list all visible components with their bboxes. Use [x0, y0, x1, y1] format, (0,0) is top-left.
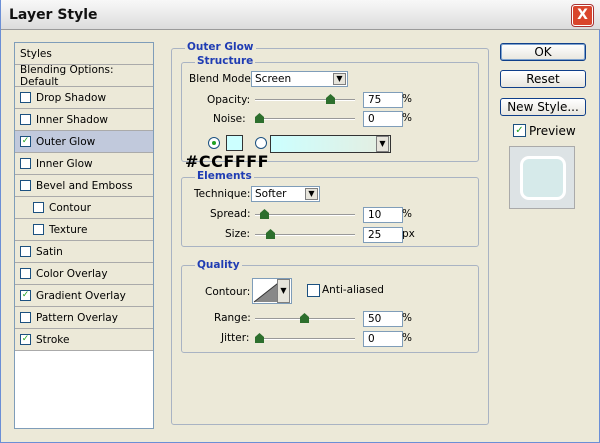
elements-title: Elements: [195, 170, 254, 182]
spread-slider[interactable]: [255, 209, 355, 219]
checkbox[interactable]: [20, 312, 31, 323]
chevron-down-icon[interactable]: ▼: [277, 279, 290, 303]
spread-input[interactable]: 10: [363, 207, 403, 223]
checkbox[interactable]: [20, 158, 31, 169]
close-icon[interactable]: X: [572, 5, 593, 26]
noise-unit: %: [402, 112, 412, 124]
style-item-stroke[interactable]: ✓ Stroke: [15, 329, 153, 351]
noise-label: Noise:: [213, 113, 246, 125]
opacity-slider[interactable]: [255, 94, 355, 104]
anti-aliased-checkbox[interactable]: [307, 284, 320, 297]
technique-select[interactable]: Softer ▼: [251, 186, 320, 202]
checkbox[interactable]: [33, 224, 44, 235]
spread-unit: %: [402, 208, 412, 220]
range-slider[interactable]: [255, 313, 355, 323]
range-input[interactable]: 50: [363, 311, 403, 327]
layer-style-dialog: Layer Style X Styles Blending Options: D…: [0, 0, 600, 443]
blend-mode-label: Blend Mode:: [189, 73, 255, 85]
noise-slider[interactable]: [255, 113, 355, 123]
technique-label: Technique:: [194, 188, 251, 200]
size-label: Size:: [225, 228, 251, 240]
preview-label: Preview: [529, 124, 576, 138]
size-unit: px: [402, 228, 415, 240]
preview-checkbox[interactable]: ✓: [513, 124, 526, 137]
chevron-down-icon[interactable]: ▼: [333, 73, 346, 85]
color-hex-label: #CCFFFF: [185, 152, 270, 171]
style-item-outer-glow[interactable]: ✓ Outer Glow: [15, 131, 153, 153]
outer-glow-title: Outer Glow: [185, 41, 256, 53]
blend-mode-select[interactable]: Screen ▼: [251, 71, 348, 87]
style-item-bevel-emboss[interactable]: Bevel and Emboss: [15, 175, 153, 197]
solid-color-radio[interactable]: [208, 137, 220, 149]
glow-gradient-picker[interactable]: ▼: [270, 135, 391, 153]
checkbox[interactable]: [20, 268, 31, 279]
style-item-inner-glow[interactable]: Inner Glow: [15, 153, 153, 175]
style-item-contour[interactable]: Contour: [15, 197, 153, 219]
spread-label: Spread:: [210, 208, 251, 220]
checkbox-checked[interactable]: ✓: [20, 334, 31, 345]
checkbox-checked[interactable]: ✓: [20, 290, 31, 301]
checkbox[interactable]: [20, 114, 31, 125]
style-item-gradient-overlay[interactable]: ✓ Gradient Overlay: [15, 285, 153, 307]
style-preview-thumbnail: [509, 146, 575, 209]
style-item-drop-shadow[interactable]: Drop Shadow: [15, 87, 153, 109]
checkbox[interactable]: [33, 202, 44, 213]
blending-options-item[interactable]: Blending Options: Default: [15, 64, 153, 88]
style-item-color-overlay[interactable]: Color Overlay: [15, 263, 153, 285]
opacity-label: Opacity:: [207, 94, 251, 106]
size-slider[interactable]: [255, 229, 355, 239]
window-title: Layer Style: [9, 7, 98, 23]
style-item-inner-shadow[interactable]: Inner Shadow: [15, 109, 153, 131]
contour-picker[interactable]: ▼: [252, 278, 292, 304]
style-item-satin[interactable]: Satin: [15, 241, 153, 263]
quality-title: Quality: [195, 259, 242, 271]
range-label: Range:: [214, 312, 251, 324]
size-input[interactable]: 25: [363, 227, 403, 243]
anti-aliased-label: Anti-aliased: [322, 284, 384, 296]
new-style-button[interactable]: New Style...: [500, 98, 586, 116]
jitter-label: Jitter:: [221, 332, 250, 344]
glow-color-swatch[interactable]: [226, 135, 243, 151]
checkbox[interactable]: [20, 92, 31, 103]
chevron-down-icon[interactable]: ▼: [305, 188, 318, 200]
checkbox[interactable]: [20, 246, 31, 257]
structure-title: Structure: [195, 55, 256, 67]
title-bar: Layer Style X: [1, 0, 600, 30]
styles-header[interactable]: Styles: [15, 43, 153, 65]
ok-button[interactable]: OK: [500, 43, 586, 61]
jitter-unit: %: [402, 332, 412, 344]
styles-panel: Styles Blending Options: Default Drop Sh…: [14, 42, 154, 429]
opacity-input[interactable]: 75: [363, 92, 403, 108]
style-item-pattern-overlay[interactable]: Pattern Overlay: [15, 307, 153, 329]
checkbox-checked[interactable]: ✓: [20, 136, 31, 147]
noise-input[interactable]: 0: [363, 111, 403, 127]
range-unit: %: [402, 312, 412, 324]
opacity-unit: %: [402, 93, 412, 105]
jitter-slider[interactable]: [255, 333, 355, 343]
jitter-input[interactable]: 0: [363, 331, 403, 347]
preview-shape: [523, 159, 563, 197]
chevron-down-icon[interactable]: ▼: [376, 136, 389, 152]
gradient-radio[interactable]: [255, 137, 267, 149]
style-item-texture[interactable]: Texture: [15, 219, 153, 241]
checkbox[interactable]: [20, 180, 31, 191]
reset-button[interactable]: Reset: [500, 70, 586, 88]
contour-label: Contour:: [205, 286, 251, 298]
